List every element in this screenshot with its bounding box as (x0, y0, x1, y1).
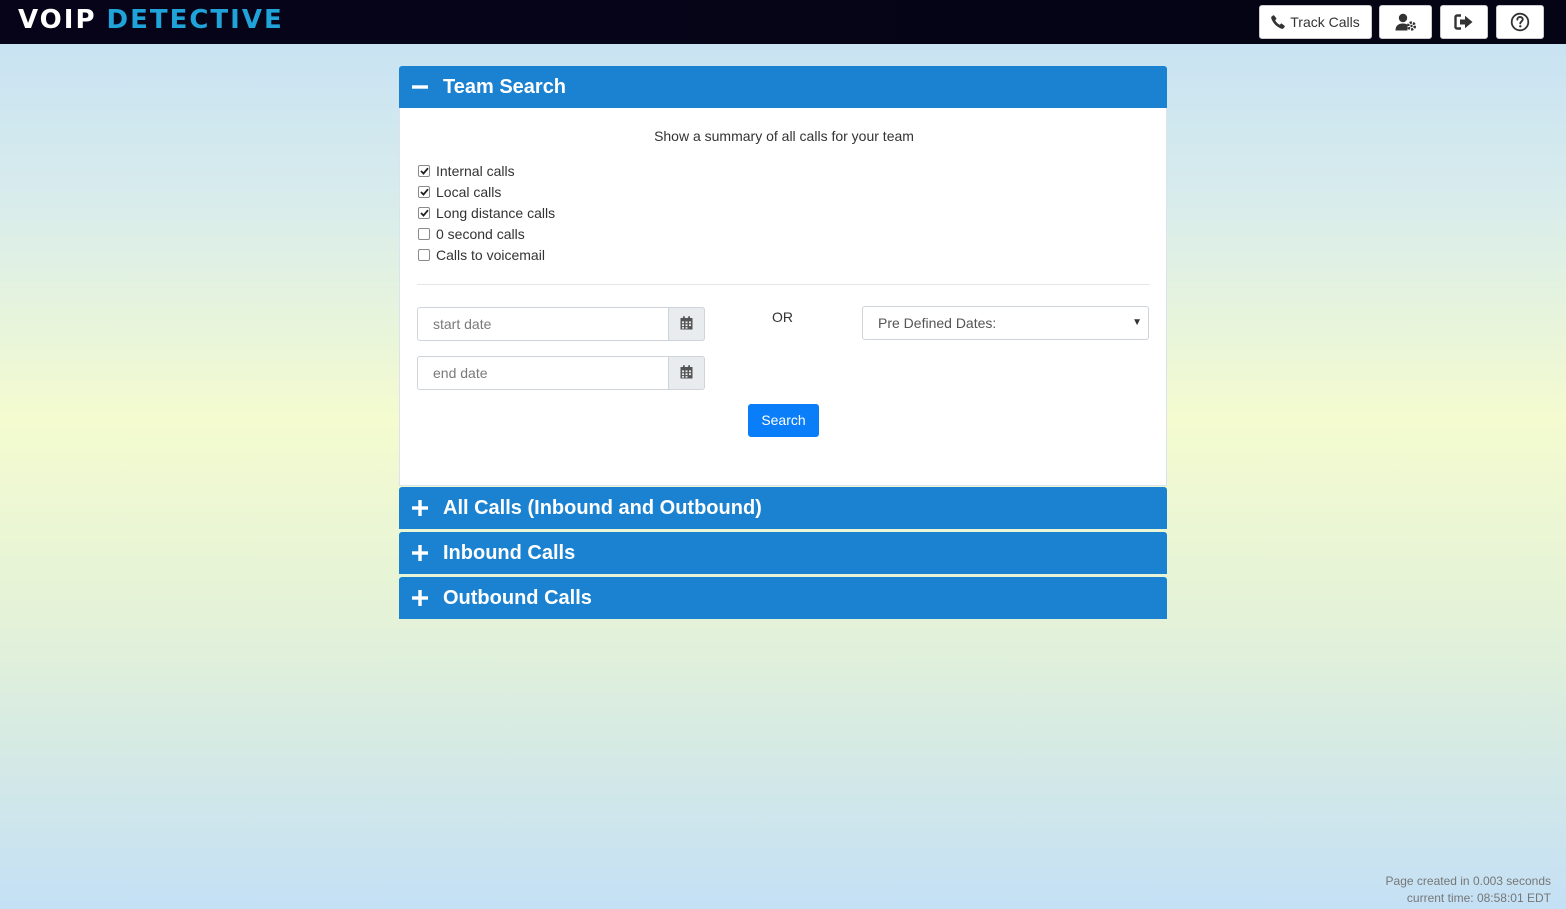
start-date-calendar-button[interactable] (668, 307, 705, 341)
checkbox-row[interactable]: 0 second calls (418, 223, 555, 244)
logo-detective-text: DETECTIVE (106, 5, 284, 35)
plus-icon (400, 577, 440, 619)
track-calls-label: Track Calls (1290, 14, 1360, 30)
track-calls-button[interactable]: Track Calls (1259, 5, 1372, 39)
end-date-input[interactable]: end date (417, 356, 669, 390)
outbound-calls-header[interactable]: Outbound Calls (399, 577, 1167, 619)
help-icon (1510, 12, 1530, 32)
logout-icon (1454, 14, 1474, 30)
checkbox-label: Internal calls (436, 162, 515, 179)
checkbox-row[interactable]: Long distance calls (418, 202, 555, 223)
outbound-calls-title: Outbound Calls (443, 586, 592, 609)
search-button[interactable]: Search (748, 404, 819, 437)
minus-icon (400, 66, 440, 108)
user-gear-icon (1395, 13, 1417, 31)
checkbox-label: Local calls (436, 183, 502, 200)
team-search-title: Team Search (443, 75, 567, 98)
plus-icon (400, 487, 440, 529)
team-search-header[interactable]: Team Search (399, 66, 1167, 108)
user-settings-button[interactable] (1379, 5, 1432, 39)
zero-second-calls-checkbox[interactable] (418, 227, 430, 240)
calendar-icon (680, 364, 693, 382)
local-calls-checkbox[interactable] (418, 185, 430, 198)
top-navbar: VOIP DETECTIVE Track Calls (0, 0, 1566, 44)
call-type-filters: Internal calls Local calls Long distance… (418, 160, 555, 265)
team-search-body: Show a summary of all calls for your tea… (399, 108, 1167, 486)
checkbox-label: Long distance calls (436, 204, 556, 221)
team-search-summary: Show a summary of all calls for your tea… (654, 128, 914, 144)
end-date-calendar-button[interactable] (668, 356, 705, 390)
logout-button[interactable] (1440, 5, 1488, 39)
predefined-dates-value: Pre Defined Dates: (878, 315, 997, 331)
long-distance-calls-checkbox[interactable] (418, 206, 430, 219)
plus-icon (400, 532, 440, 574)
page-footer: Page created in 0.003 seconds current ti… (1386, 873, 1551, 907)
checkbox-label: Calls to voicemail (436, 246, 545, 263)
checkbox-row[interactable]: Calls to voicemail (418, 244, 555, 265)
all-calls-title: All Calls (Inbound and Outbound) (443, 496, 762, 519)
checkbox-label: 0 second calls (436, 225, 525, 242)
current-time-text: current time: 08:58:01 EDT (1406, 891, 1551, 905)
help-button[interactable] (1496, 5, 1544, 39)
predefined-dates-select[interactable]: Pre Defined Dates: ▼ (862, 306, 1149, 340)
start-date-input[interactable]: start date (417, 307, 669, 341)
page-created-text: Page created in 0.003 seconds (1385, 874, 1551, 888)
checkbox-row[interactable]: Internal calls (418, 160, 555, 181)
dropdown-caret-icon: ▼ (1132, 317, 1142, 328)
logo-voip-text: VOIP (18, 5, 97, 35)
logo: VOIP DETECTIVE (18, 4, 284, 36)
inbound-calls-header[interactable]: Inbound Calls (399, 532, 1167, 574)
voicemail-calls-checkbox[interactable] (418, 248, 430, 261)
phone-icon (1271, 15, 1286, 29)
calendar-icon (680, 315, 693, 333)
divider (417, 284, 1150, 285)
inbound-calls-title: Inbound Calls (443, 541, 576, 564)
or-separator: OR (772, 309, 793, 325)
internal-calls-checkbox[interactable] (418, 164, 430, 177)
all-calls-header[interactable]: All Calls (Inbound and Outbound) (399, 487, 1167, 529)
checkbox-row[interactable]: Local calls (418, 181, 555, 202)
